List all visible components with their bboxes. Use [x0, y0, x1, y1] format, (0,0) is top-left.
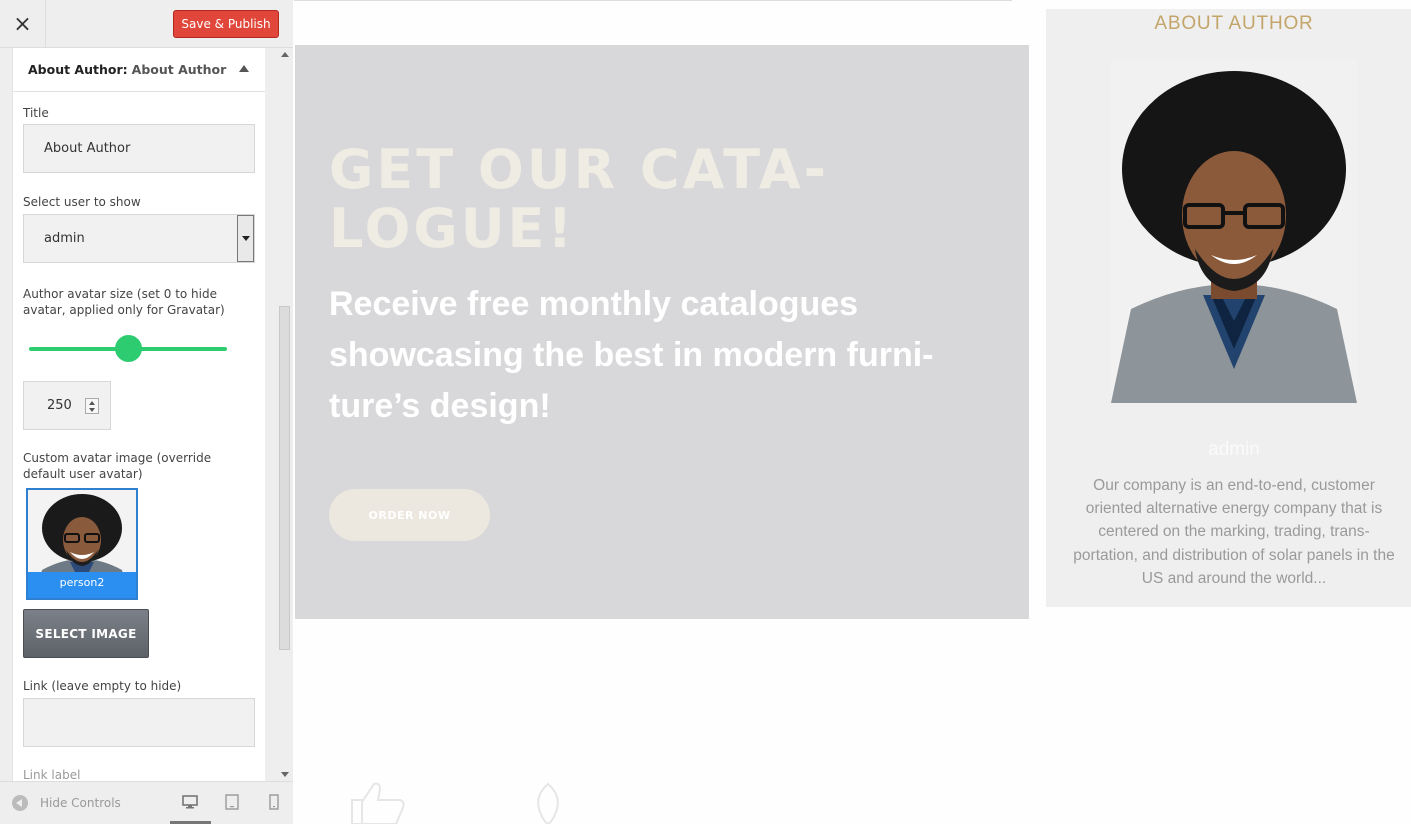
banner-title: GET OUR CATA-LOGUE! [329, 138, 830, 260]
select-image-button[interactable]: SELECT IMAGE [23, 609, 149, 658]
divider [294, 0, 1012, 1]
customizer-footer: Hide Controls [0, 781, 293, 824]
author-heading: ABOUT AUTHOR [1154, 13, 1314, 34]
widget-header-subtitle: About Author [131, 62, 227, 77]
hide-controls-label: Hide Controls [40, 796, 121, 810]
spinner-up-icon[interactable] [89, 401, 95, 405]
author-avatar [1111, 59, 1357, 403]
collapse-caret-icon[interactable] [239, 65, 249, 72]
user-select-label: Select user to show [23, 195, 141, 209]
widget-header-title: About Author: [28, 62, 128, 77]
avatar-size-value: 250 [47, 398, 72, 413]
custom-avatar-label: Custom avatar image (override default us… [23, 451, 212, 481]
spinner-down-icon[interactable] [89, 408, 95, 412]
leaf-icon [537, 782, 559, 824]
title-label: Title [23, 106, 49, 120]
catalogue-banner: GET OUR CATA-LOGUE! Receive free monthly… [295, 45, 1029, 619]
order-now-button[interactable]: ORDER NOW [329, 489, 490, 541]
avatar-size-input[interactable]: 250 [23, 381, 111, 430]
user-select[interactable]: admin [23, 214, 255, 263]
site-preview: GET OUR CATA-LOGUE! Receive free monthly… [294, 0, 1411, 824]
avatar-size-label: Author avatar size (set 0 to hide avatar… [23, 287, 225, 317]
scrollbar-thumb[interactable] [279, 306, 290, 650]
scroll-up-icon[interactable] [281, 52, 289, 57]
avatar-filename: person2 [28, 572, 136, 598]
number-spinner[interactable] [85, 398, 99, 414]
widget-header[interactable]: About Author: About Author [13, 48, 265, 92]
link-input[interactable] [23, 698, 255, 747]
link-label-label: Link label [23, 768, 81, 781]
author-photo-image [1111, 59, 1357, 403]
avatar-thumbnail[interactable]: person2 [26, 488, 138, 600]
thumbs-up-icon [351, 782, 405, 824]
title-input[interactable]: About Author [23, 124, 255, 173]
author-bio: Our company is an end-to-end, customer o… [1073, 477, 1395, 587]
widget-panel: About Author: About Author Title About A… [12, 48, 265, 781]
scroll-down-icon[interactable] [281, 772, 289, 777]
save-publish-button[interactable]: Save & Publish [173, 10, 279, 38]
tablet-preview-icon[interactable] [224, 794, 240, 810]
sidebar-scrollbar[interactable] [277, 48, 293, 781]
customizer-sidebar: × Save & Publish About Author: About Aut… [0, 0, 293, 824]
avatar-size-slider-handle[interactable] [114, 335, 142, 362]
collapse-arrow-icon [12, 795, 28, 811]
user-select-value: admin [44, 231, 85, 246]
close-icon: × [13, 11, 32, 37]
close-button[interactable]: × [0, 0, 46, 48]
hide-controls-button[interactable]: Hide Controls [12, 795, 121, 811]
chevron-down-icon[interactable] [237, 215, 254, 262]
title-input-value: About Author [44, 141, 131, 156]
about-author-widget: ABOUT AUTHOR admin Our company is an end… [1046, 9, 1411, 607]
mobile-preview-icon[interactable] [266, 794, 282, 810]
link-label: Link (leave empty to hide) [23, 679, 182, 693]
desktop-preview-icon[interactable] [182, 794, 198, 810]
banner-text: Receive free monthly catalogues showcasi… [329, 285, 934, 425]
author-name: admin [1208, 439, 1260, 460]
customizer-header: × Save & Publish [0, 0, 293, 48]
